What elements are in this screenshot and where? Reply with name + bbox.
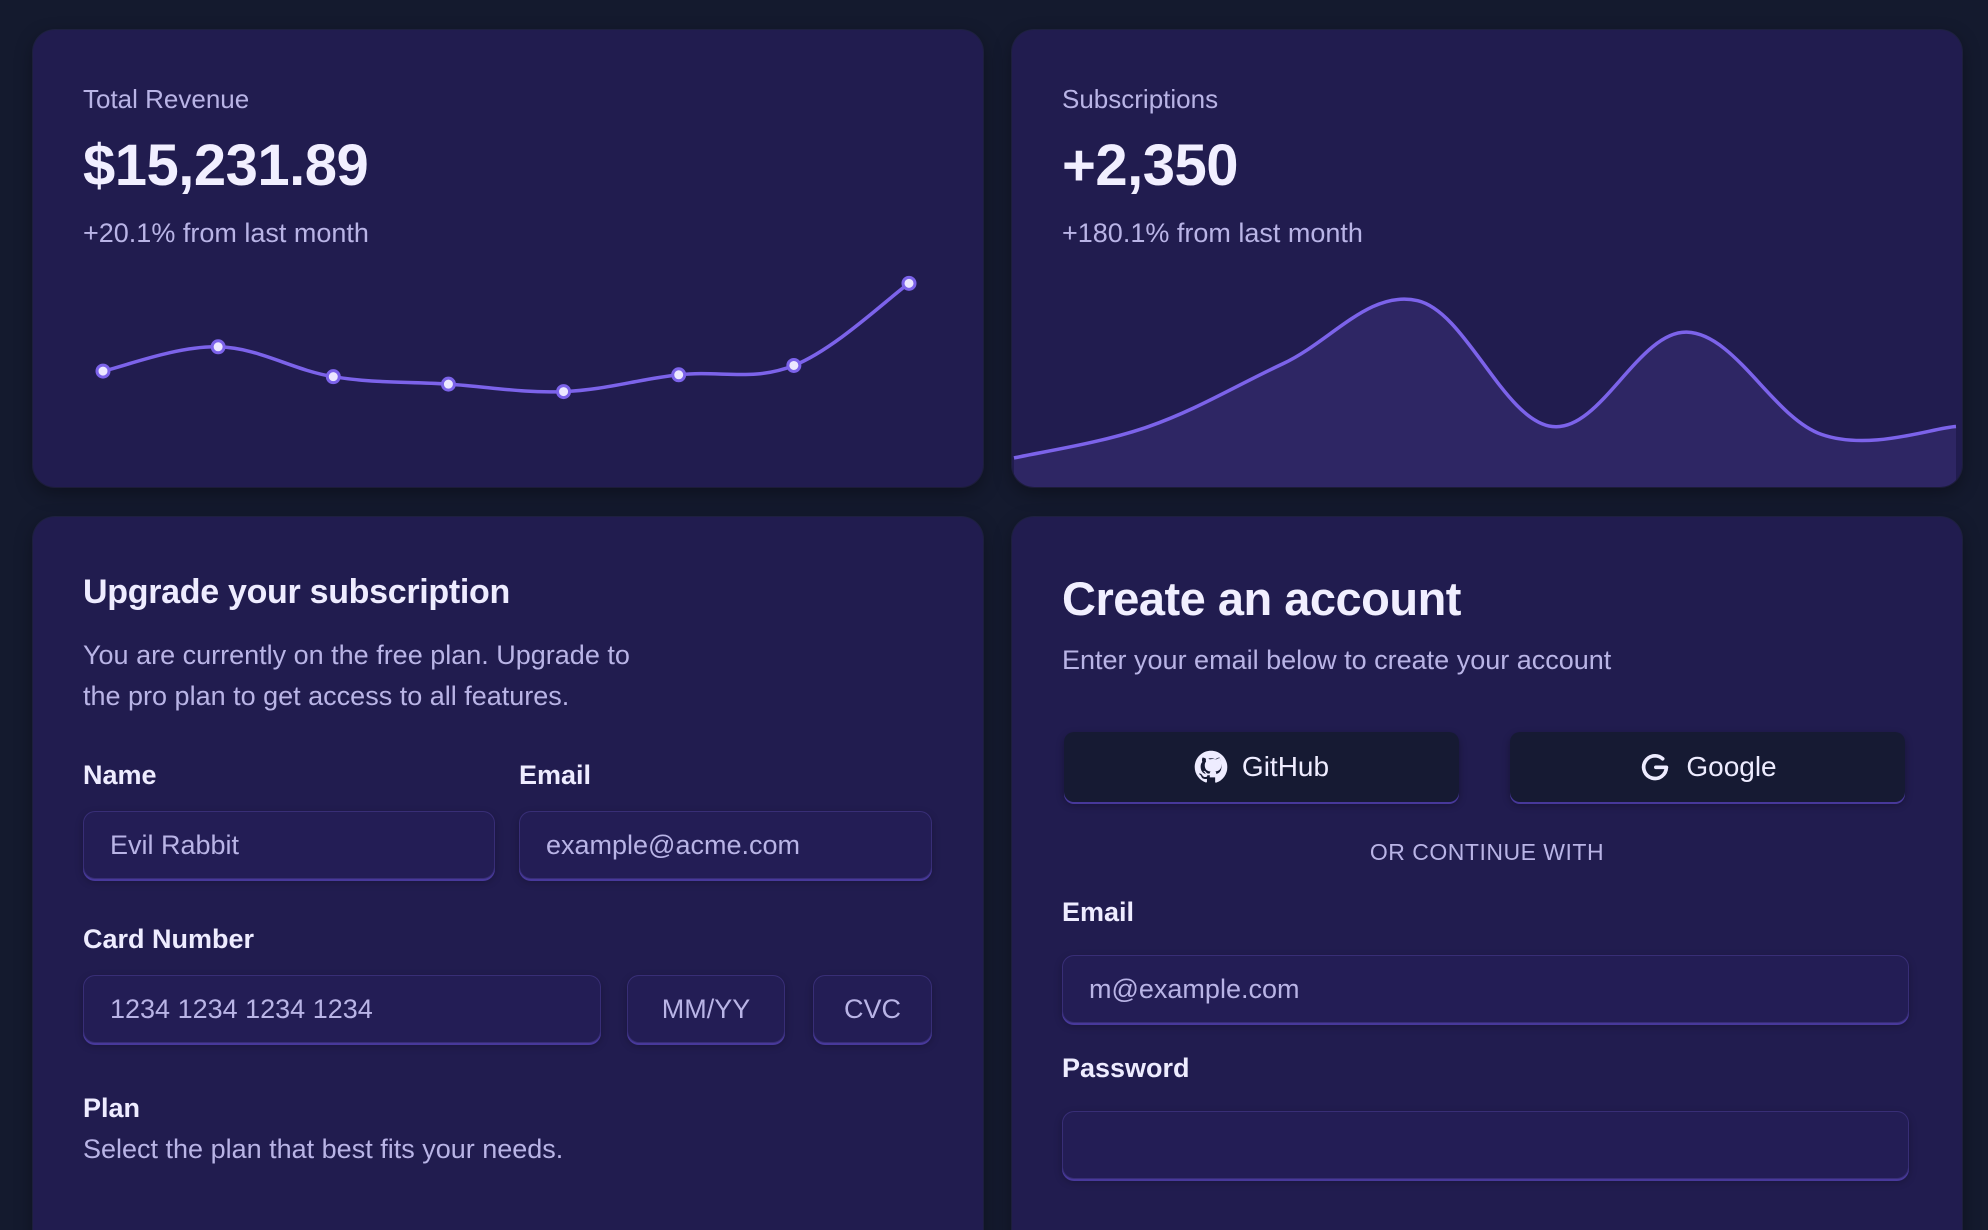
revenue-card: Total Revenue $15,231.89 +20.1% from las…: [33, 30, 983, 487]
card-number-placeholder: 1234 1234 1234 1234: [110, 993, 373, 1024]
revenue-point-4[interactable]: [440, 376, 456, 392]
revenue-line-chart: [95, 275, 917, 400]
revenue-point-5[interactable]: [556, 384, 572, 400]
account-email-input[interactable]: m@example.com: [1062, 955, 1909, 1023]
email-label: Email: [519, 760, 592, 790]
upgrade-description: You are currently on the free plan. Upgr…: [83, 640, 630, 711]
expiry-placeholder: MM/YY: [661, 993, 751, 1024]
email-input[interactable]: example@acme.com: [519, 811, 932, 879]
google-button-label: Google: [1686, 751, 1777, 782]
card-number-input[interactable]: 1234 1234 1234 1234: [83, 975, 601, 1043]
github-button-label: GitHub: [1241, 751, 1330, 782]
subscriptions-card: Subscriptions +2,350 +180.1% from last m…: [1012, 30, 1962, 487]
revenue-point-1[interactable]: [95, 363, 111, 379]
email-input-placeholder: example@acme.com: [546, 829, 800, 860]
revenue-point-8[interactable]: [901, 275, 917, 291]
dashboard-page: Total Revenue $15,231.89 +20.1% from las…: [0, 0, 1988, 1230]
account-email-label: Email: [1062, 897, 1135, 927]
cvc-input[interactable]: CVC: [813, 975, 932, 1043]
create-account-title: Create an account: [1062, 572, 1461, 625]
revenue-series-line: [102, 281, 911, 394]
plan-label: Plan: [83, 1093, 141, 1123]
revenue-point-6[interactable]: [671, 367, 687, 383]
card-number-label: Card Number: [83, 924, 255, 954]
upgrade-title: Upgrade your subscription: [83, 573, 510, 611]
name-input-value: Evil Rabbit: [110, 829, 240, 860]
subscriptions-series-area: [1014, 299, 1956, 487]
name-input[interactable]: Evil Rabbit: [83, 811, 495, 879]
upgrade-card: Upgrade your subscription You are curren…: [33, 517, 983, 1230]
create-account-description: Enter your email below to create your ac…: [1062, 645, 1612, 675]
plan-description: Select the plan that best fits your need…: [83, 1134, 564, 1164]
revenue-point-3[interactable]: [325, 369, 341, 385]
password-label: Password: [1062, 1053, 1190, 1083]
revenue-point-7[interactable]: [786, 357, 802, 373]
cvc-placeholder: CVC: [843, 993, 901, 1024]
password-input[interactable]: [1062, 1111, 1909, 1179]
or-continue-divider: OR CONTINUE WITH: [1369, 839, 1605, 865]
google-icon: [1642, 753, 1669, 781]
github-button[interactable]: GitHub: [1064, 732, 1459, 802]
revenue-point-2[interactable]: [210, 339, 226, 355]
github-icon: [1194, 750, 1228, 783]
name-label: Name: [83, 760, 157, 790]
google-button[interactable]: Google: [1510, 732, 1905, 802]
subscriptions-area-chart: [1013, 297, 1957, 487]
expiry-input[interactable]: MM/YY: [627, 975, 785, 1043]
account-email-placeholder: m@example.com: [1089, 973, 1300, 1004]
create-account-card: Create an account Enter your email below…: [1012, 517, 1962, 1230]
